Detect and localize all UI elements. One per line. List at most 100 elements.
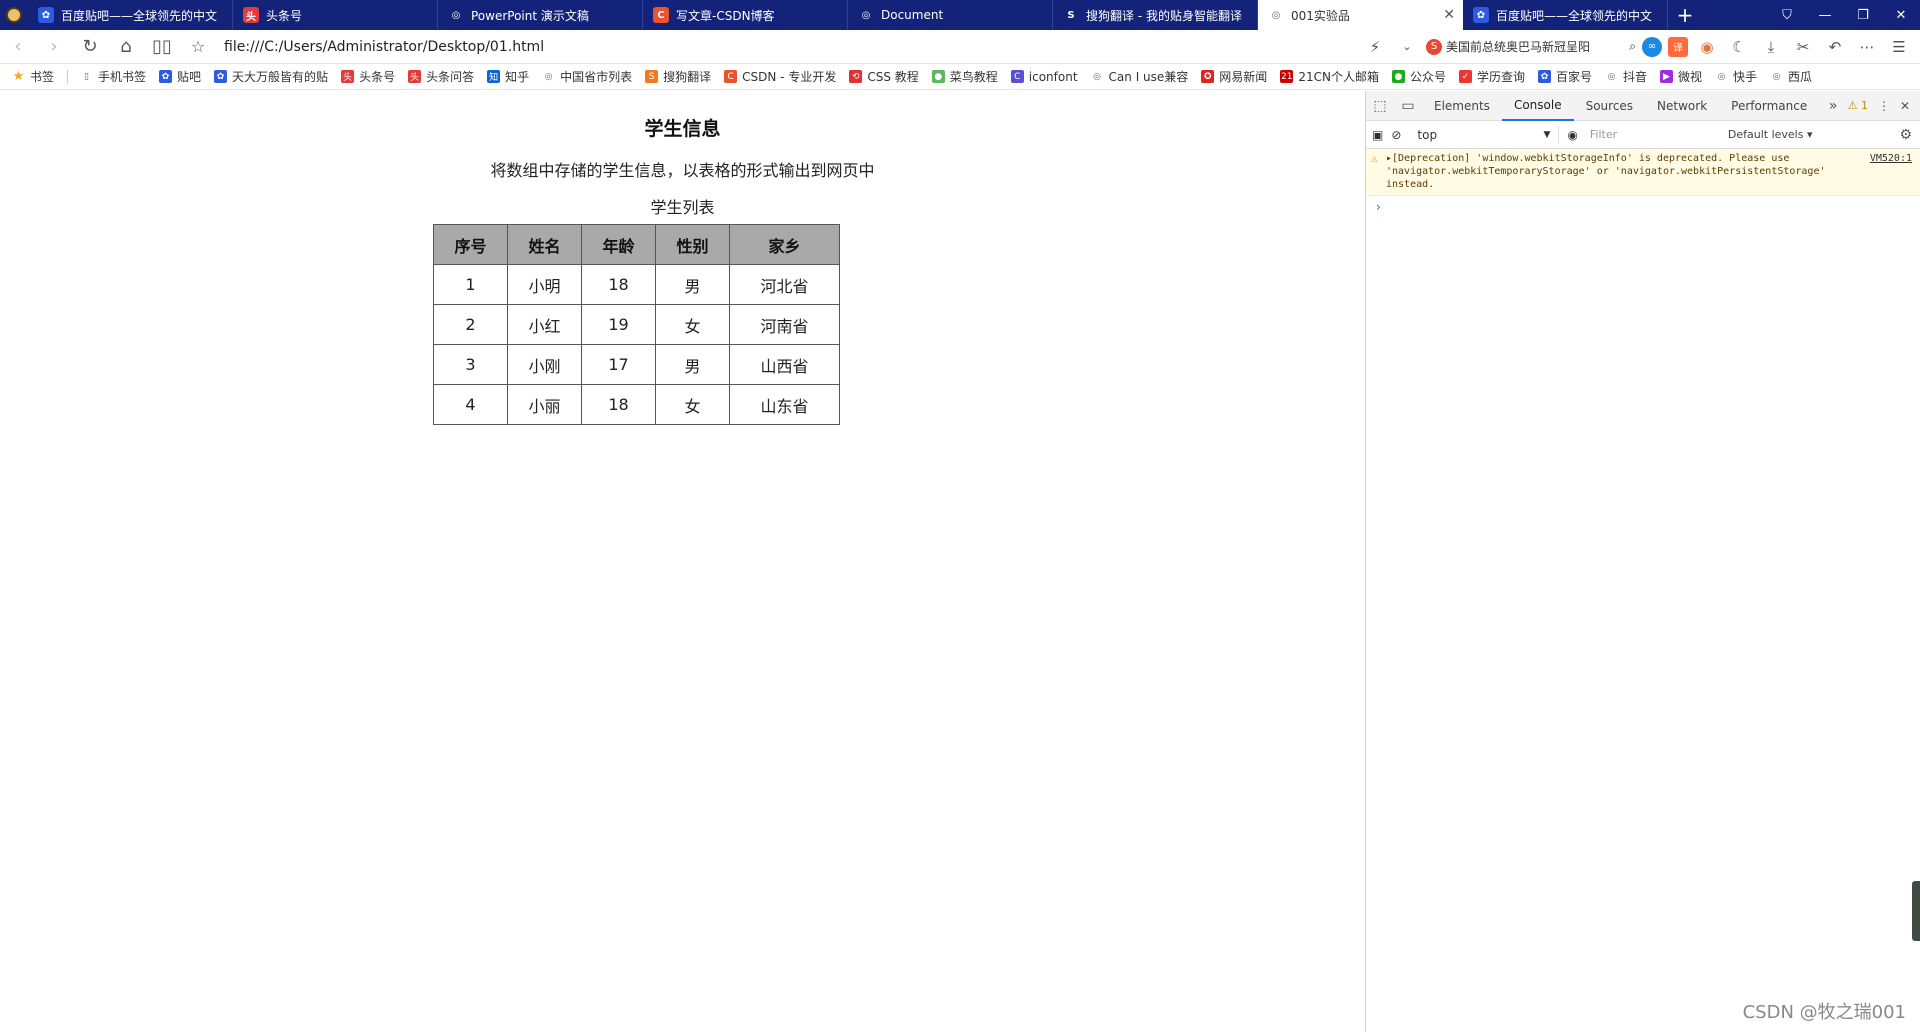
table-cell: 男 [655, 264, 730, 305]
bookmark-star-icon[interactable]: ☆ [180, 32, 216, 62]
bookmark-label: 抖音 [1623, 70, 1648, 84]
reading-mode-button[interactable]: ▯▯ [144, 32, 180, 62]
scissors-icon[interactable]: ✂ [1790, 34, 1816, 60]
bookmark-item[interactable]: 头头条问答 [408, 68, 474, 85]
warning-badge[interactable]: ⚠ 1 [1848, 99, 1868, 112]
sidebar-toggle-icon[interactable]: ▣ [1372, 128, 1383, 142]
globe-icon: ◎ [451, 9, 461, 21]
bookmark-item[interactable]: ● 公众号 [1391, 68, 1446, 85]
back-button[interactable]: ‹ [0, 32, 36, 62]
table-row: 4 小丽 18 女山东省 [433, 384, 840, 425]
translate-button[interactable]: 译 [1668, 36, 1688, 57]
restore-button[interactable]: ❐ [1844, 0, 1882, 30]
bookmark-icon: C [1010, 70, 1024, 83]
bookmark-item[interactable]: ★ 书签 [12, 68, 54, 85]
browser-tab[interactable]: S 搜狗翻译 - 我的贴身智能翻译 [1053, 0, 1258, 30]
bookmark-item[interactable]: ✿ 天大万般皆有的贴 [214, 68, 328, 85]
browser-tab[interactable]: ◎ PowerPoint 演示文稿 [438, 0, 643, 30]
home-button[interactable]: ⌂ [108, 32, 144, 62]
browser-tab[interactable]: 头头条号 [233, 0, 438, 30]
search-icon[interactable]: ⌕ [1629, 39, 1636, 54]
browser-tab[interactable]: ◎ 001实验品 ✕ [1258, 0, 1463, 30]
bookmark-icon: 21 [1280, 70, 1294, 83]
bookmark-item[interactable]: 21 21CN个人邮箱 [1280, 68, 1379, 85]
menu-icon[interactable]: ☰ [1886, 34, 1912, 60]
toolbar-right: ⚡ ⌄ S 美国前总统奥巴马新冠呈阳 ⌕ ∞ 译 ◉ ☾ ⤓ ✂ ↶ ⋯ ☰ [1362, 34, 1920, 60]
context-select[interactable]: top ▼ [1409, 125, 1560, 144]
bookmark-item[interactable]: S 搜狗翻译 [645, 68, 711, 85]
tab-title: 百度贴吧——全球领先的中文 [61, 8, 218, 23]
lightning-icon[interactable]: ⚡ [1362, 34, 1388, 60]
devtools-tab-performance[interactable]: Performance [1719, 91, 1819, 121]
bookmark-item[interactable]: ◎ 抖音 [1605, 68, 1647, 85]
skin-icon[interactable]: ⛉ [1768, 0, 1806, 30]
extension-icon[interactable]: ∞ [1642, 36, 1662, 57]
more-tabs-icon[interactable]: » [1819, 98, 1847, 114]
page-subtitle: 将数组中存储的学生信息，以表格的形式输出到网页中 [490, 161, 875, 180]
browser-logo[interactable] [0, 0, 28, 30]
bookmark-icon: ◎ [544, 71, 553, 82]
bookmark-item[interactable]: Ciconfont [1010, 70, 1078, 84]
bookmark-item[interactable]: ◎ 快手 [1715, 68, 1757, 85]
forward-button[interactable]: › [36, 32, 72, 62]
bookmark-item[interactable]: ✿ 贴吧 [159, 68, 201, 85]
search-box[interactable]: S 美国前总统奥巴马新冠呈阳 ⌕ [1426, 38, 1636, 55]
console-prompt[interactable]: › [1366, 196, 1920, 214]
clear-console-icon[interactable]: ⊘ [1391, 128, 1401, 142]
undo-icon[interactable]: ↶ [1822, 34, 1848, 60]
table-cell: 3 [433, 344, 508, 385]
side-scroll-handle[interactable] [1912, 881, 1920, 941]
levels-dropdown[interactable]: Default levels ▾ [1728, 128, 1813, 141]
browser-tab[interactable]: C 写文章-CSDN博客 [643, 0, 848, 30]
devtools-tab-console[interactable]: Console [1501, 91, 1574, 121]
bookmark-item[interactable]: ✓ 学历查询 [1458, 68, 1525, 85]
reload-button[interactable]: ↻ [72, 32, 108, 62]
close-tab-icon[interactable]: ✕ [1443, 7, 1455, 23]
bookmark-item[interactable]: C CSDN - 专业开发 [724, 68, 836, 85]
close-window-button[interactable]: ✕ [1882, 0, 1920, 30]
browser-tab[interactable]: ✿ 百度贴吧——全球领先的中文 [1463, 0, 1668, 30]
devtools-tab-sources[interactable]: Sources [1574, 91, 1645, 121]
devtools-menu-icon[interactable]: ⋮ [1878, 99, 1890, 113]
bookmark-label: 微视 [1678, 70, 1703, 84]
bookmark-item[interactable]: ◎ 中国省市列表 [542, 68, 632, 85]
devtools-close-icon[interactable]: ✕ [1900, 99, 1910, 113]
filter-input[interactable]: Filter [1586, 126, 1716, 144]
bookmark-item[interactable]: ◎ Can I use兼容 [1091, 68, 1188, 85]
bookmark-item[interactable]: 知知乎 [487, 68, 529, 85]
inspect-icon[interactable]: ⬚ [1366, 98, 1394, 114]
bookmark-item[interactable]: ● 菜鸟教程 [931, 68, 998, 85]
devtools-tab-elements[interactable]: Elements [1422, 91, 1502, 121]
bookmark-item[interactable]: ▯ 手机书签 [80, 68, 146, 85]
globe-icon: ◎ [861, 9, 871, 21]
gear-icon[interactable]: ⚙ [1899, 127, 1912, 143]
devtools-right: ⚠ 1 ⋮ ✕ [1848, 99, 1920, 113]
table-cell: 女 [655, 384, 730, 425]
device-toggle-icon[interactable]: ▭ [1394, 98, 1422, 114]
chevron-down-icon[interactable]: ⌄ [1394, 34, 1420, 60]
browser-tab[interactable]: ✿ 百度贴吧——全球领先的中文 [28, 0, 233, 30]
bookmark-item[interactable]: ✿ 百家号 [1537, 68, 1592, 85]
table-row: 3 小刚 17 男山西省 [433, 344, 840, 385]
bookmark-item[interactable]: 头头条号 [341, 68, 395, 85]
globe-icon: ◎ [1271, 9, 1281, 21]
minimize-button[interactable]: — [1806, 0, 1844, 30]
bookmark-item[interactable]: ◎ 西瓜 [1770, 68, 1812, 85]
url-field[interactable]: file:///C:/Users/Administrator/Desktop/0… [224, 39, 1274, 55]
tab-title: 百度贴吧——全球领先的中文 [1496, 8, 1653, 23]
eye-icon[interactable]: ◉ [1567, 128, 1577, 142]
new-tab-button[interactable]: + [1668, 0, 1702, 30]
night-mode-icon[interactable]: ☾ [1726, 34, 1752, 60]
bookmark-item[interactable]: ⟲ CSS 教程 [849, 68, 919, 85]
tab-title: 头条号 [266, 8, 303, 23]
download-icon[interactable]: ⤓ [1758, 34, 1784, 60]
bookmark-item[interactable]: ▶ 微视 [1660, 68, 1702, 85]
game-icon[interactable]: ◉ [1694, 34, 1720, 60]
table-row: 2 小红 19 女河南省 [433, 304, 840, 345]
devtools-tab-network[interactable]: Network [1645, 91, 1719, 121]
browser-tab[interactable]: ◎ Document [848, 0, 1053, 30]
bookmark-item[interactable]: ✪ 网易新闻 [1201, 68, 1267, 85]
table-cell: 山东省 [729, 384, 840, 425]
more-icon[interactable]: ⋯ [1854, 34, 1880, 60]
message-source-link[interactable]: VM520:1 [1870, 152, 1912, 165]
